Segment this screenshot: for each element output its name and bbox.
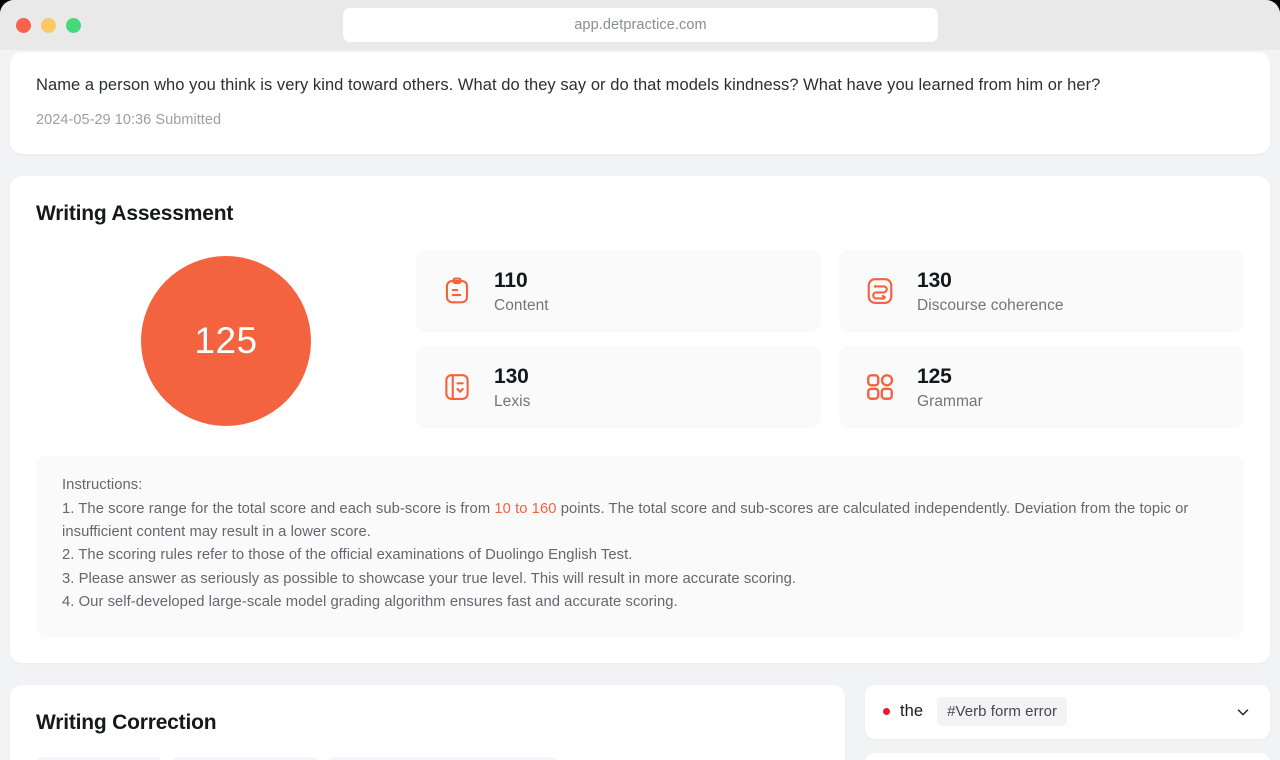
subscore-label: Lexis [494, 392, 531, 410]
subscore-grid: 110 Content 130 Discourse coherence 130 … [416, 250, 1244, 429]
instructions-line-2: 2. The scoring rules refer to those of t… [62, 547, 633, 564]
stat-average-sentence-length: Average sentence length: 24.3 [327, 756, 557, 760]
instructions-line-1: 1. The score range for the total score a… [62, 498, 1218, 545]
writing-assessment-card: Writing Assessment 125 110 Content 130 D… [10, 176, 1270, 663]
subscore-text-content: 110 Content [494, 268, 549, 315]
writing-correction-card: Writing Correction Word count: 97 Senten… [10, 684, 845, 760]
subscore-value: 130 [917, 268, 952, 292]
writing-assessment-title: Writing Assessment [36, 202, 234, 226]
prompt-question: Name a person who you think is very kind… [36, 76, 1101, 94]
instructions-box: Instructions: 1. The score range for the… [36, 456, 1244, 637]
stat-sentence-count: Sentence count: 4 [172, 756, 318, 760]
subscore-value: 110 [494, 268, 528, 292]
instructions-line-3: 3. Please answer as seriously as possibl… [62, 570, 797, 587]
address-bar-url: app.detpractice.com [574, 17, 707, 33]
error-tag: #Verb form error [937, 697, 1068, 727]
bottom-row: Writing Correction Word count: 97 Senten… [10, 684, 1270, 760]
instructions-line-4: 4. Our self-developed large-scale model … [62, 594, 678, 611]
close-window-button[interactable] [16, 17, 31, 33]
instructions-line-1-part-a: 1. The score range for the total score a… [62, 500, 495, 517]
subscore-card-grammar[interactable]: 125 Grammar [839, 346, 1244, 429]
notebook-check-icon [445, 374, 469, 401]
error-item-improper-preposition[interactable]: toward #Improper preposition [865, 752, 1270, 760]
instructions-score-range-highlight: 10 to 160 [494, 500, 557, 517]
error-bullet-icon [883, 708, 890, 716]
maximize-window-button[interactable] [66, 17, 81, 33]
error-item-verb-form[interactable]: the #Verb form error [865, 684, 1270, 739]
flow-arrow-icon [867, 278, 893, 305]
subscore-value: 125 [917, 364, 952, 388]
error-word: the [900, 702, 924, 721]
stat-word-count: Word count: 97 [36, 756, 163, 760]
subscore-label: Content [494, 296, 549, 314]
subscore-text-lexis: 130 Lexis [494, 364, 530, 411]
chevron-down-icon[interactable] [1234, 703, 1252, 721]
grid-shapes-icon [867, 374, 894, 401]
total-score-container: 125 [36, 250, 416, 427]
clipboard-icon [445, 277, 469, 304]
total-score-circle: 125 [141, 256, 311, 427]
browser-window: app.detpractice.com Name a person who yo… [0, 0, 1280, 760]
browser-chrome: app.detpractice.com [0, 0, 1280, 50]
subscore-card-lexis[interactable]: 130 Lexis [416, 346, 821, 429]
subscore-card-content[interactable]: 110 Content [416, 250, 821, 333]
prompt-card: Name a person who you think is very kind… [10, 52, 1270, 155]
error-list: the #Verb form error toward #Improper pr… [865, 684, 1270, 760]
writing-correction-title: Writing Correction [36, 710, 217, 734]
correction-stats: Word count: 97 Sentence count: 4 Average… [36, 756, 819, 760]
subscore-label: Grammar [917, 392, 983, 410]
address-bar[interactable]: app.detpractice.com [343, 8, 938, 42]
subscore-text-discourse: 130 Discourse coherence [917, 268, 1064, 315]
page-content: Name a person who you think is very kind… [0, 50, 1280, 760]
minimize-window-button[interactable] [41, 17, 56, 33]
traffic-lights [16, 17, 81, 33]
subscore-card-discourse-coherence[interactable]: 130 Discourse coherence [839, 250, 1244, 333]
instructions-heading: Instructions: [62, 477, 143, 494]
subscore-value: 130 [494, 364, 529, 388]
score-row: 125 110 Content 130 Discourse coherence … [36, 250, 1244, 429]
subscore-label: Discourse coherence [917, 296, 1064, 314]
subscore-text-grammar: 125 Grammar [917, 364, 983, 411]
prompt-submitted-meta: 2024-05-29 10:36 Submitted [36, 112, 222, 129]
